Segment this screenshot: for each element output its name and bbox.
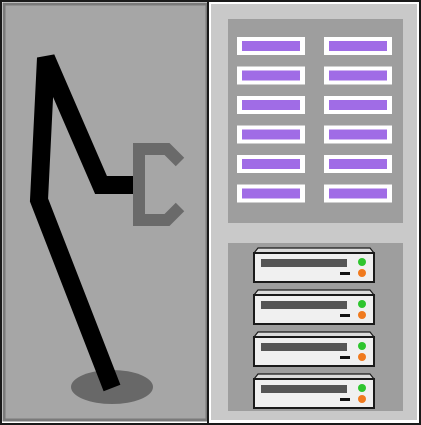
tape-cartridge-label [242,159,300,169]
server-unit-icon [252,289,376,325]
server-drive-bay [261,343,347,351]
status-led-orange [358,395,366,403]
tape-library-scene [0,0,421,425]
tape-cartridge-label [329,70,387,81]
server-drive-bay [261,301,347,309]
server-drive-bay [261,259,347,267]
tape-cartridge-label [329,159,387,169]
tape-cartridge-label [242,188,300,199]
tape-cartridge-label [242,129,300,140]
status-led-orange [358,269,366,277]
storage-cabinet [211,4,417,420]
tape-cartridge-label [329,41,387,51]
status-led-orange [358,311,366,319]
status-led-green [358,300,366,308]
server-front-panel [253,294,375,325]
status-led-green [358,342,366,350]
server-front-panel [253,378,375,409]
tape-slot [324,155,392,173]
scene-canvas [0,0,421,425]
tape-cartridge-label [329,188,387,199]
status-led-green [358,384,366,392]
tape-slot [237,37,305,55]
tape-slot [237,155,305,173]
server-slot-indicator [340,314,350,317]
server-unit-icon [252,373,376,409]
tape-cartridge-label [329,100,387,110]
tape-cartridge-label [242,70,300,81]
server-slot-indicator [340,272,350,275]
tape-cartridge-label [242,100,300,110]
tape-cartridge-label [242,41,300,51]
server-slot-indicator [340,356,350,359]
server-unit-icon [252,247,376,283]
tape-slot [324,125,392,144]
tape-slot [324,37,392,55]
tape-slot [237,66,305,85]
status-led-orange [358,353,366,361]
server-front-panel [253,336,375,367]
tape-slot [237,184,305,203]
server-unit-icon [252,331,376,367]
server-slot-indicator [340,398,350,401]
tape-slot [237,96,305,114]
status-led-green [358,258,366,266]
server-drive-bay [261,385,347,393]
tape-slot [237,125,305,144]
tape-cartridge-label [329,129,387,140]
robot-bay [2,2,209,423]
tape-slot [324,96,392,114]
tape-slot [324,184,392,203]
tape-slot [324,66,392,85]
server-front-panel [253,252,375,283]
